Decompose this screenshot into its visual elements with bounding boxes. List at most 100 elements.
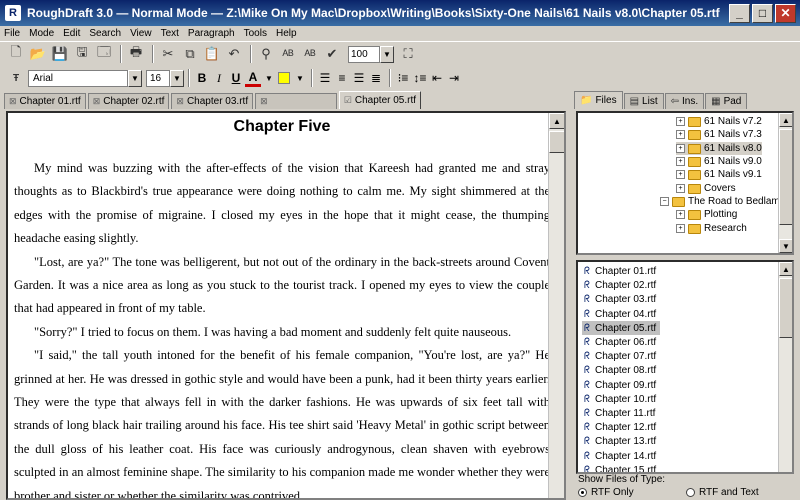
tree-item[interactable]: +61 Nails v7.2 [676,115,762,128]
expand-icon[interactable]: + [676,157,685,167]
tab-chapter-05[interactable]: ☑ Chapter 05.rtf [338,91,422,109]
tab-list[interactable]: ▤ List [623,93,664,109]
menu-file[interactable]: File [4,28,20,39]
underline-button[interactable]: U [228,69,244,87]
expand-icon[interactable]: + [676,170,685,180]
save-all-icon[interactable]: 🖫 [72,44,92,64]
scroll-up-icon[interactable]: ▲ [779,262,792,276]
replace-abc-icon[interactable]: ᴬᴮ [300,44,320,64]
close-button[interactable]: ✕ [775,3,796,23]
copy-icon[interactable]: ⧉ [180,44,200,64]
tree-scrollbar[interactable]: ▲ ▼ [778,113,792,253]
file-item[interactable]: ᖇ Chapter 04.rtf [582,307,660,321]
chevron-down-icon[interactable]: ▼ [170,69,184,87]
radio-icon[interactable] [686,488,695,497]
scroll-down-icon[interactable]: ▼ [779,239,792,253]
outdent-icon[interactable]: ⇤ [429,69,445,87]
undo-icon[interactable]: ↶ [224,44,244,64]
menu-text[interactable]: Text [161,28,179,39]
tree-item-selected[interactable]: +61 Nails v8.0 [676,142,762,156]
bullet-list-icon[interactable]: ⁝≡ [395,69,411,87]
menu-paragraph[interactable]: Paragraph [188,28,235,39]
file-item[interactable]: ᖇ Chapter 10.rtf [582,392,660,406]
new-document-icon[interactable]: 🗋 [6,44,26,64]
chevron-down-icon[interactable]: ▼ [262,70,276,87]
editor-scrollbar[interactable]: ▲ [548,113,564,498]
menu-mode[interactable]: Mode [29,28,54,39]
radio-selected-icon[interactable] [578,488,587,497]
tab-insert[interactable]: ⇦ Ins. [664,93,705,109]
tree-item[interactable]: +61 Nails v7.3 [676,128,762,141]
filter-rtf-only[interactable]: RTF Only [578,487,686,498]
filter-rtf-and-text[interactable]: RTF and Text [686,487,759,498]
tree-item[interactable]: + Covers [676,182,736,195]
cut-icon[interactable]: ✂ [158,44,178,64]
paste-icon[interactable]: 📋 [202,44,222,64]
file-item[interactable]: ᖇ Chapter 11.rtf [582,406,659,420]
chevron-down-icon[interactable]: ▼ [293,70,307,87]
collapse-icon[interactable]: − [660,197,669,207]
tab-chapter-03[interactable]: ⊠ Chapter 03.rtf [171,93,254,109]
scroll-thumb[interactable] [549,131,564,153]
line-spacing-icon[interactable]: ↕≡ [412,69,428,87]
zoom-select[interactable]: 100 [348,45,380,63]
expand-icon[interactable]: + [676,130,685,140]
close-document-icon[interactable]: 🗔 [94,44,114,64]
bold-button[interactable]: B [194,69,210,87]
file-item[interactable]: ᖇ Chapter 01.rtf [582,264,660,278]
print-icon[interactable]: 🖶 [126,44,146,64]
file-item[interactable]: ᖇ Chapter 09.rtf [582,378,660,392]
file-item[interactable]: ᖇ Chapter 03.rtf [582,292,660,306]
tree-item[interactable]: +61 Nails v9.1 [676,168,762,181]
fullscreen-icon[interactable]: ⛶ [398,44,418,64]
expand-icon[interactable]: + [676,210,685,220]
expand-icon[interactable]: + [676,184,685,194]
tree-item[interactable]: − The Road to Bedlam [660,195,780,208]
scroll-up-icon[interactable]: ▲ [549,113,564,129]
tab-pad[interactable]: ▦ Pad [705,93,748,109]
menu-help[interactable]: Help [276,28,297,39]
tree-item[interactable]: + Research [676,222,747,235]
align-center-icon[interactable]: ≡ [334,69,350,87]
find-abc-icon[interactable]: ᴬᴮ [278,44,298,64]
align-left-icon[interactable]: ☰ [317,69,333,87]
menu-tools[interactable]: Tools [244,28,267,39]
chevron-down-icon[interactable]: ▼ [128,69,142,87]
file-item[interactable]: ᖇ Chapter 08.rtf [582,363,660,377]
highlight-color-icon[interactable] [276,69,292,87]
tab-chapter-02[interactable]: ⊠ Chapter 02.rtf [87,93,170,109]
tab-chapter-01[interactable]: ⊠ Chapter 01.rtf [4,93,86,109]
document-body[interactable]: Chapter Five My mind was buzzing with th… [14,113,550,498]
file-item[interactable]: ᖇ Chapter 14.rtf [582,449,660,463]
save-icon[interactable]: 💾 [50,44,70,64]
scroll-up-icon[interactable]: ▲ [779,113,792,127]
justify-icon[interactable]: ≣ [368,69,384,87]
tree-item[interactable]: +61 Nails v9.0 [676,155,762,168]
file-item[interactable]: ᖇ Chapter 12.rtf [582,420,660,434]
open-folder-icon[interactable]: 📂 [28,44,48,64]
file-item[interactable]: ᖇ Chapter 02.rtf [582,278,660,292]
tree-item[interactable]: + Plotting [676,208,737,221]
indent-icon[interactable]: ⇥ [446,69,462,87]
expand-icon[interactable]: + [676,144,685,154]
tab-files[interactable]: 📁 Files [574,91,623,109]
align-right-icon[interactable]: ☰ [351,69,367,87]
scroll-thumb[interactable] [779,129,792,225]
menu-edit[interactable]: Edit [63,28,80,39]
scroll-thumb[interactable] [779,278,792,338]
spellcheck-icon[interactable]: ✔ [322,44,342,64]
italic-button[interactable]: I [211,69,227,87]
file-list[interactable]: ᖇ Chapter 01.rtf ᖇ Chapter 02.rtf ᖇ Chapter… [576,260,794,474]
file-item[interactable]: ᖇ Chapter 06.rtf [582,335,660,349]
maximize-button[interactable]: □ [752,3,773,23]
file-item[interactable]: ᖇ Chapter 07.rtf [582,349,660,363]
folder-tree[interactable]: +61 Nails v7.2 +61 Nails v7.3 +61 Nails … [576,111,794,255]
file-item-selected[interactable]: ᖇ Chapter 05.rtf [582,321,661,336]
menu-search[interactable]: Search [89,28,121,39]
expand-icon[interactable]: + [676,224,685,234]
tab-chapter-04[interactable]: ⊠ Chapter 04.rtf [255,93,337,109]
chevron-down-icon[interactable]: ▼ [380,45,394,63]
file-item[interactable]: ᖇ Chapter 13.rtf [582,434,660,448]
minimize-button[interactable]: _ [729,3,750,23]
editor-pane[interactable]: Chapter Five My mind was buzzing with th… [6,111,566,500]
